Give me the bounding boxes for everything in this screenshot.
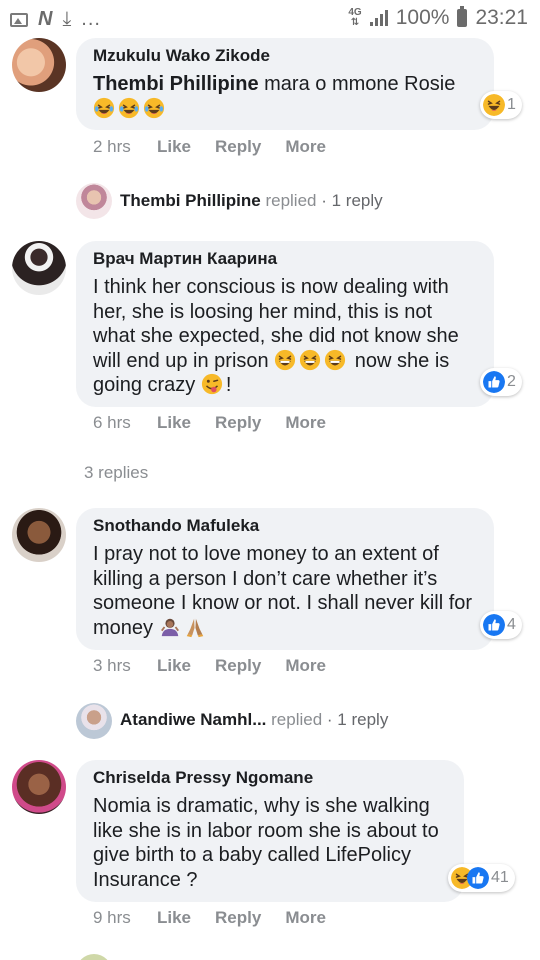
reply-author[interactable]: Thembi Phillipine bbox=[120, 191, 261, 210]
tagged-user[interactable]: Thembi Phillipine bbox=[93, 73, 259, 95]
grin-emoji-icon bbox=[299, 349, 321, 371]
reaction-summary[interactable]: 4 bbox=[480, 611, 522, 639]
grin-emoji-icon bbox=[274, 349, 296, 371]
reply-count: · 1 reply bbox=[316, 191, 383, 210]
like-button[interactable]: Like bbox=[157, 137, 191, 157]
comment-time[interactable]: 2 hrs bbox=[93, 137, 157, 157]
reaction-count: 41 bbox=[491, 869, 509, 886]
download-icon: ⤓ bbox=[62, 8, 72, 30]
network-type: 4G ⇅ bbox=[348, 7, 362, 28]
reaction-summary[interactable]: 2 bbox=[480, 368, 522, 396]
wink-tongue-emoji-icon bbox=[201, 373, 223, 395]
comment-actions: 9 hrs Like Reply More bbox=[93, 908, 350, 928]
comment-time[interactable]: 3 hrs bbox=[93, 656, 157, 676]
more-button[interactable]: More bbox=[285, 908, 326, 928]
replies-summary[interactable]: Atandiwe Namhl... replied · 1 reply bbox=[120, 710, 388, 730]
laughing-emoji-icon bbox=[118, 97, 140, 119]
comment-bubble: Snothando Mafuleka I pray not to love mo… bbox=[76, 508, 494, 650]
comment-actions: 6 hrs Like Reply More bbox=[93, 413, 350, 433]
woman-shrug-emoji-icon bbox=[159, 616, 181, 638]
reaction-count: 4 bbox=[507, 616, 516, 633]
avatar[interactable] bbox=[12, 38, 66, 92]
reaction-count: 1 bbox=[507, 96, 516, 113]
status-bar-left: N ⤓ ... bbox=[10, 8, 101, 31]
status-bar: N ⤓ ... 4G ⇅ 100% 23:21 bbox=[0, 0, 540, 36]
pray-emoji-icon bbox=[184, 616, 206, 638]
like-button[interactable]: Like bbox=[157, 656, 191, 676]
comment-text: Nomia is dramatic, why is she walking li… bbox=[93, 795, 439, 891]
grin-emoji-icon bbox=[324, 349, 346, 371]
avatar[interactable] bbox=[76, 183, 112, 219]
reaction-count: 2 bbox=[507, 373, 516, 390]
reply-count: · 1 reply bbox=[322, 710, 389, 729]
battery-icon bbox=[457, 6, 468, 27]
image-icon bbox=[10, 12, 28, 27]
comment-author[interactable]: Mzukulu Wako Zikode bbox=[93, 46, 476, 66]
comment-time[interactable]: 6 hrs bbox=[93, 413, 157, 433]
comment-text: Thembi Phillipine mara o mmone Rosie bbox=[93, 72, 476, 121]
reply-button[interactable]: Reply bbox=[215, 137, 261, 157]
reply-button[interactable]: Reply bbox=[215, 908, 261, 928]
more-button[interactable]: More bbox=[285, 656, 326, 676]
more-notifications-icon: ... bbox=[81, 8, 101, 30]
avatar[interactable] bbox=[12, 241, 66, 295]
reply-button[interactable]: Reply bbox=[215, 413, 261, 433]
comment-author[interactable]: Snothando Mafuleka bbox=[93, 516, 476, 536]
comment-bubble: Chriselda Pressy Ngomane Nomia is dramat… bbox=[76, 760, 464, 902]
like-reaction-icon bbox=[483, 614, 505, 636]
haha-reaction-icon bbox=[483, 94, 505, 116]
more-button[interactable]: More bbox=[285, 413, 326, 433]
comment-author[interactable]: Chriselda Pressy Ngomane bbox=[93, 768, 446, 788]
n-icon: N bbox=[38, 8, 53, 30]
like-button[interactable]: Like bbox=[157, 413, 191, 433]
comment-author[interactable]: Врач Мартин Каарина bbox=[93, 249, 476, 269]
comment-text: I pray not to love money to an extent of… bbox=[93, 543, 473, 639]
replies-summary[interactable]: Thembi Phillipine replied · 1 reply bbox=[120, 191, 383, 211]
comment-bubble: Mzukulu Wako Zikode Thembi Phillipine ma… bbox=[76, 38, 494, 130]
avatar[interactable] bbox=[12, 760, 66, 814]
reply-button[interactable]: Reply bbox=[215, 656, 261, 676]
like-reaction-icon bbox=[467, 867, 489, 889]
status-bar-right: 4G ⇅ 100% 23:21 bbox=[348, 6, 528, 30]
comment-actions: 3 hrs Like Reply More bbox=[93, 656, 350, 676]
reply-author[interactable]: Atandiwe Namhl... bbox=[120, 710, 266, 729]
comment-text: I think her conscious is now dealing wit… bbox=[93, 276, 459, 396]
reaction-summary[interactable]: 41 bbox=[448, 864, 515, 892]
comment-bubble: Врач Мартин Каарина I think her consciou… bbox=[76, 241, 494, 407]
comment-actions: 2 hrs Like Reply More bbox=[93, 137, 350, 157]
reaction-summary[interactable]: 1 bbox=[480, 91, 522, 119]
avatar[interactable] bbox=[76, 954, 112, 960]
comment-time[interactable]: 9 hrs bbox=[93, 908, 157, 928]
more-button[interactable]: More bbox=[285, 137, 326, 157]
battery-percentage: 100% bbox=[395, 6, 450, 29]
like-reaction-icon bbox=[483, 371, 505, 393]
avatar[interactable] bbox=[76, 703, 112, 739]
clock: 23:21 bbox=[475, 6, 528, 29]
laughing-emoji-icon bbox=[93, 97, 115, 119]
view-more-replies[interactable]: 3 replies bbox=[84, 463, 148, 483]
avatar[interactable] bbox=[12, 508, 66, 562]
laughing-emoji-icon bbox=[143, 97, 165, 119]
like-button[interactable]: Like bbox=[157, 908, 191, 928]
signal-icon bbox=[369, 10, 388, 26]
